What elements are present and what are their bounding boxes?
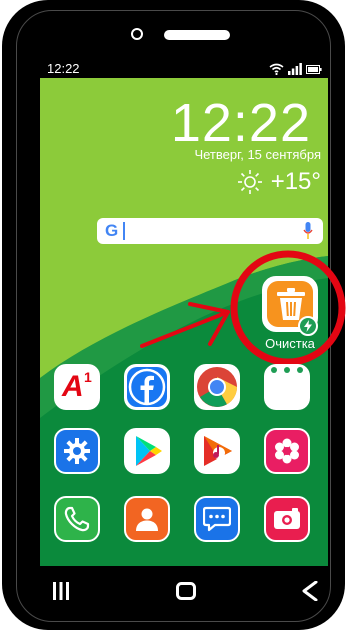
status-bar: 12:22 — [40, 60, 328, 78]
clock-widget-time[interactable]: 12:22 — [171, 92, 311, 154]
trash-bin-icon — [277, 288, 305, 320]
status-time: 12:22 — [47, 61, 80, 76]
battery-icon — [306, 64, 322, 74]
home-icon[interactable] — [176, 582, 196, 600]
cleaner-badge — [298, 316, 318, 336]
weather-widget[interactable]: +15° — [237, 168, 321, 196]
settings-icon — [64, 438, 90, 464]
signal-icon — [288, 63, 302, 75]
camera-icon — [274, 508, 300, 529]
mic-icon[interactable] — [303, 222, 313, 240]
chrome-icon — [197, 367, 237, 407]
facebook-icon — [128, 368, 166, 406]
a1-superscript: 1 — [84, 369, 92, 385]
recent-apps-icon[interactable] — [52, 582, 70, 600]
play-store-app[interactable] — [124, 428, 170, 474]
phone-app[interactable] — [54, 496, 100, 542]
contacts-app[interactable] — [124, 496, 170, 542]
google-search-bar[interactable]: G — [97, 218, 323, 244]
lightning-bolt-icon — [304, 320, 312, 332]
clock-widget-date: Четверг, 15 сентября — [194, 147, 321, 162]
navigation-bar — [40, 566, 328, 618]
front-camera — [131, 28, 143, 40]
google-logo-icon: G — [105, 221, 119, 240]
sun-icon — [237, 170, 262, 194]
dots-app[interactable] — [264, 364, 310, 410]
messages-icon — [203, 506, 231, 532]
phone-icon — [64, 506, 90, 532]
music-player-app[interactable] — [194, 428, 240, 474]
temperature: +15° — [270, 168, 321, 195]
chrome-app[interactable] — [194, 364, 240, 410]
search-cursor — [123, 222, 125, 240]
a1-icon: A — [62, 370, 84, 403]
cleaner-app-label: Очистка — [265, 336, 315, 351]
play-store-icon — [136, 436, 162, 466]
contacts-icon — [136, 508, 158, 531]
gallery-flower-icon — [275, 438, 299, 464]
status-icons — [269, 63, 322, 75]
music-player-icon — [204, 436, 232, 466]
back-icon[interactable] — [302, 581, 318, 601]
facebook-app[interactable] — [124, 364, 170, 410]
earpiece-speaker — [164, 30, 230, 40]
a1-app[interactable]: A 1 — [54, 364, 100, 410]
gallery-app[interactable] — [264, 428, 310, 474]
dots-app-icon — [271, 367, 303, 373]
wifi-icon — [269, 63, 284, 75]
camera-app[interactable] — [264, 496, 310, 542]
settings-app[interactable] — [54, 428, 100, 474]
messages-app[interactable] — [194, 496, 240, 542]
